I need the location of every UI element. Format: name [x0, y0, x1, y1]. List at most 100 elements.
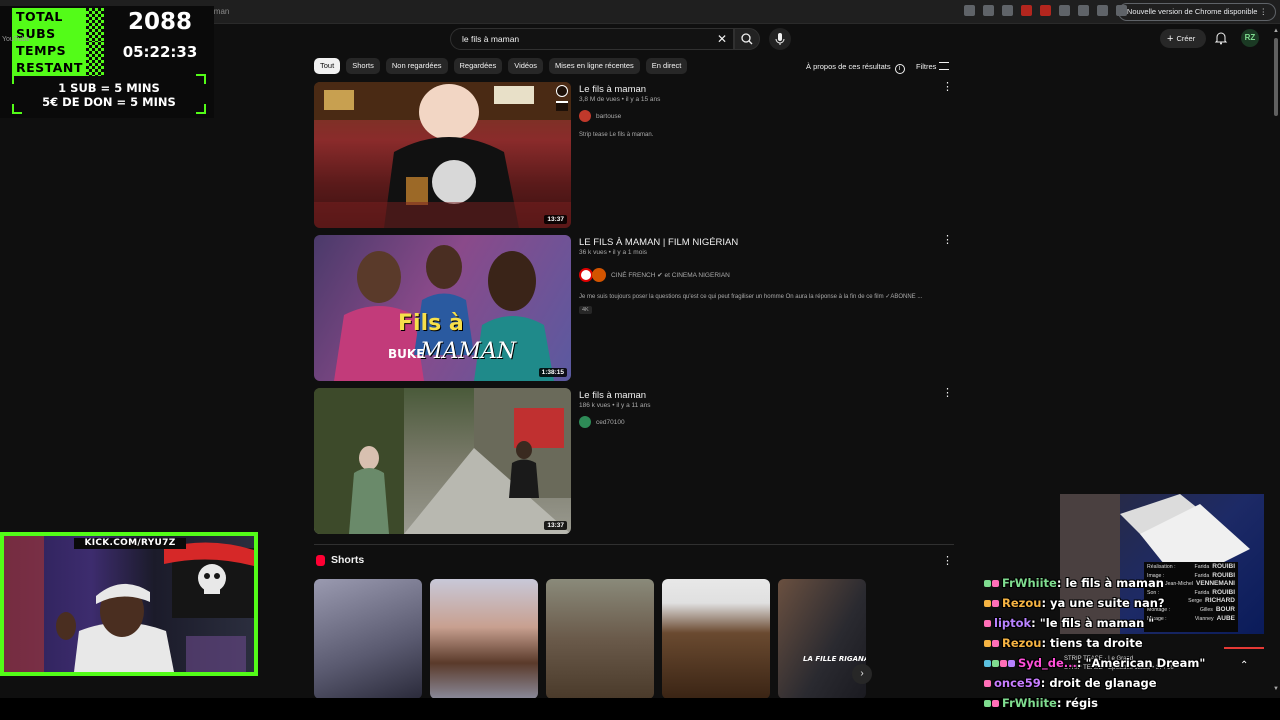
search-input[interactable]: le fils à maman ✕ — [450, 28, 734, 50]
voice-search-button[interactable] — [769, 28, 791, 50]
account-avatar[interactable]: RZ — [1241, 29, 1259, 47]
search-button[interactable] — [734, 28, 760, 50]
more-options-icon[interactable]: ⋮ — [942, 388, 953, 399]
chrome-update-button[interactable]: Nouvelle version de Chrome disponible ⋮ — [1117, 3, 1276, 21]
extension-icon[interactable] — [1040, 5, 1051, 16]
video-thumbnail[interactable]: 13:37 — [314, 388, 571, 534]
scrollbar-thumb[interactable] — [1274, 38, 1278, 116]
chip-watched[interactable]: Regardées — [453, 58, 503, 74]
shorts-next-button[interactable]: › — [852, 664, 872, 684]
video-thumbnail[interactable]: Fils à MAMAN BUKE 1:38:15 — [314, 235, 571, 381]
corner-bracket — [12, 104, 22, 114]
video-title[interactable]: Le fils à maman — [579, 390, 646, 401]
channel-avatar[interactable] — [579, 110, 591, 122]
short-card[interactable] — [430, 579, 538, 699]
chat-badge-icon — [984, 676, 992, 690]
webcam-image — [4, 536, 254, 672]
extension-icon[interactable] — [1002, 5, 1013, 16]
about-results-link[interactable]: À propos de ces résultats i — [806, 62, 905, 74]
chip-live[interactable]: En direct — [645, 58, 688, 74]
search-icon — [741, 33, 753, 45]
chat-colon: : — [1031, 616, 1040, 630]
chat-message: FrWhiite: le fils à maman — [984, 576, 1164, 590]
extension-icon[interactable] — [1059, 5, 1070, 16]
chat-username: once59 — [994, 676, 1041, 690]
channel-avatar[interactable] — [592, 268, 606, 282]
page-scrollbar[interactable] — [1272, 26, 1280, 698]
about-results-label: À propos de ces résultats — [806, 62, 891, 71]
more-options-icon[interactable]: ⋮ — [942, 82, 953, 93]
short-card[interactable]: LA FILLE RIGANA — [778, 579, 866, 699]
tab-search-icon[interactable] — [1097, 5, 1108, 16]
chat-username: Syd_de... — [1018, 656, 1077, 670]
corner-bracket — [196, 104, 206, 114]
chat-username: FrWhiite — [1002, 696, 1057, 710]
puzzle-icon[interactable] — [1078, 5, 1089, 16]
credit-name: Vianney AUBE — [1195, 615, 1235, 624]
short-card[interactable] — [546, 579, 654, 699]
credit-name: Gilles BOUR — [1200, 606, 1235, 615]
screenshot-icon[interactable] — [964, 5, 975, 16]
chat-badge-icon — [984, 616, 992, 630]
filters-button[interactable]: Filtres — [916, 62, 950, 71]
video-title[interactable]: LE FILS À MAMAN | FILM NIGÉRIAN — [579, 237, 738, 248]
short-caption: LA FILLE RIGANA — [803, 655, 866, 663]
sub-count: 2088 — [127, 9, 192, 35]
channel-name: CINÉ FRENCH ✔ et CINEMA NIGERIAN — [611, 272, 730, 279]
channel-link[interactable]: ced70100 — [579, 416, 625, 428]
chip-recent-uploads[interactable]: Mises en ligne récentes — [549, 58, 640, 74]
credit-first-name: Farida — [1194, 572, 1210, 579]
watch-later-icon[interactable] — [556, 85, 568, 97]
credit-name: Jean-Michel VENNEMANI — [1165, 580, 1235, 589]
thumbnail-image — [314, 82, 571, 228]
video-description: Je me suis toujours poser la questions q… — [579, 294, 923, 300]
chat-message: once59: droit de glanage — [984, 676, 1157, 690]
credit-last-name: ROUIBI — [1212, 571, 1235, 579]
chevron-up-icon[interactable]: ⌃ — [1240, 660, 1248, 671]
credit-first-name: Farida — [1194, 589, 1210, 596]
update-label: Nouvelle version de Chrome disponible — [1126, 7, 1258, 16]
create-button[interactable]: + Créer — [1160, 29, 1206, 48]
checker-pattern — [86, 8, 104, 42]
credit-name: Farida ROUIBI — [1195, 572, 1235, 581]
chip-shorts[interactable]: Shorts — [346, 58, 380, 74]
extension-icon[interactable] — [1021, 5, 1032, 16]
credit-name: Farida ROUIBI — [1195, 563, 1235, 572]
credit-first-name: Jean-Michel — [1165, 581, 1193, 588]
chip-unwatched[interactable]: Non regardées — [385, 58, 448, 74]
video-thumbnail[interactable]: 13:37 — [314, 82, 571, 228]
add-to-queue-icon[interactable] — [556, 101, 568, 111]
channel-avatar[interactable] — [579, 268, 593, 282]
bell-icon — [1214, 32, 1228, 45]
chat-text: régis — [1065, 696, 1098, 710]
short-card[interactable] — [314, 579, 422, 699]
video-title[interactable]: Le fils à maman — [579, 84, 646, 95]
video-result[interactable]: 13:37 Le fils à maman 3,8 M de vues • il… — [314, 82, 954, 228]
video-meta: 36 k vues • il y a 1 mois — [579, 249, 648, 256]
chip-all[interactable]: Tout — [314, 58, 341, 74]
more-options-icon[interactable]: ⋮ — [942, 235, 953, 246]
channel-link[interactable]: CINÉ FRENCH ✔ et CINEMA NIGERIAN — [579, 268, 730, 282]
clear-search-icon[interactable]: ✕ — [717, 32, 727, 46]
corner-bracket — [12, 74, 22, 84]
filters-label: Filtres — [916, 62, 937, 71]
credit-name: Serge RICHARD — [1188, 597, 1235, 606]
scroll-up-arrow-icon[interactable]: ▲ — [1273, 28, 1279, 34]
short-card[interactable] — [662, 579, 770, 699]
video-duration: 13:37 — [544, 215, 567, 224]
subathon-timer: TOTAL SUBS TEMPS RESTANT YouTube 2088 05… — [0, 6, 214, 118]
chat-text: ya une suite nan? — [1050, 596, 1165, 610]
more-options-icon[interactable]: ⋮ — [942, 556, 953, 567]
star-icon[interactable] — [983, 5, 994, 16]
chip-videos[interactable]: Vidéos — [508, 58, 543, 74]
scroll-down-arrow-icon[interactable]: ▼ — [1273, 686, 1279, 692]
video-result[interactable]: Fils à MAMAN BUKE 1:38:15 LE FILS À MAMA… — [314, 235, 954, 381]
channel-avatar[interactable] — [579, 416, 591, 428]
channel-link[interactable]: bartouse — [579, 110, 621, 122]
video-result[interactable]: 13:37 Le fils à maman 186 k vues • il y … — [314, 388, 954, 534]
notifications-button[interactable] — [1214, 31, 1228, 45]
youtube-label: YouTube — [2, 36, 30, 43]
video-meta: 3,8 M de vues • il y a 15 ans — [579, 96, 661, 103]
chat-username: Rezou — [1002, 596, 1042, 610]
credit-first-name: Serge — [1188, 598, 1203, 605]
